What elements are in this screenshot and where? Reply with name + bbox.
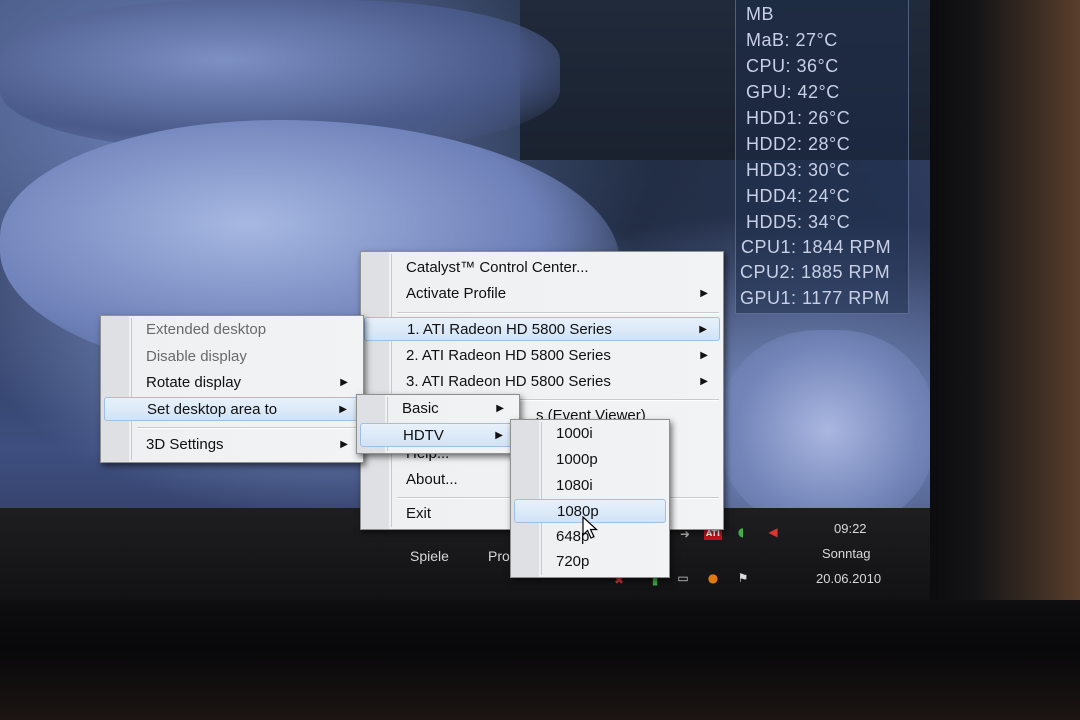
menu-item-label: Disable display [146,348,247,365]
menu-separator [397,312,719,314]
gadget-line: HDD1: 26°C [746,108,851,128]
menu-item-label: 2. ATI Radeon HD 5800 Series [406,347,611,364]
submenu-arrow-icon: ▶ [340,377,348,388]
clock-date[interactable]: 20.06.2010 [816,571,881,586]
gadget-line: HDD2: 28°C [746,134,851,154]
gadget-line: MB [746,4,774,24]
warning-icon[interactable]: ● [706,572,720,584]
network-icon[interactable]: ◖ [734,526,748,538]
menu-item-label: Activate Profile [406,285,507,302]
menu-item-extended-desktop[interactable]: Extended desktop [104,318,360,342]
submenu-arrow-icon: ▶ [495,430,503,441]
wallpaper-ice [720,330,935,530]
menu-item-hdtv[interactable]: HDTV ▶ [360,423,516,447]
menu-item-label: Exit [406,505,432,522]
clock-day[interactable]: Sonntag [822,546,870,561]
menu-item-set-desktop-area[interactable]: Set desktop area to ▶ [104,397,360,421]
monitor-icon[interactable]: ▭ [676,572,690,584]
submenu-arrow-icon: ▶ [700,376,708,387]
submenu-arrow-icon: ▶ [700,288,708,299]
speaker-icon[interactable]: ◀ [766,526,780,538]
menu-item-1000p[interactable]: 1000p [514,448,666,472]
menu-item-3d-settings[interactable]: 3D Settings ▶ [104,433,360,457]
menu-item-label: 1000i [556,425,593,442]
taskbar-item-programs[interactable]: Pro [488,548,510,564]
desktop-area-submenu: Basic ▶ HDTV ▶ [356,394,520,454]
gadget-line: CPU1: 1844 RPM [741,237,892,257]
gadget-line: MaB: 27°C [746,30,838,50]
menu-item-basic[interactable]: Basic ▶ [360,397,516,421]
menu-item-label: 1. ATI Radeon HD 5800 Series [407,321,612,338]
menu-item-label: Extended desktop [146,321,267,338]
menu-item-label: About... [406,471,458,488]
menu-item-label: 720p [556,553,590,570]
submenu-arrow-icon: ▶ [700,350,708,361]
menu-item-adapter-2[interactable]: 2. ATI Radeon HD 5800 Series ▶ [364,344,720,368]
menu-item-label: 1000p [556,451,598,468]
menu-item-label: Catalyst™ Control Center... [406,259,589,276]
menu-item-1000i[interactable]: 1000i [514,422,666,446]
menu-item-adapter-1[interactable]: 1. ATI Radeon HD 5800 Series ▶ [364,317,720,341]
menu-item-1080i[interactable]: 1080i [514,474,666,498]
gadget-line: GPU1: 1177 RPM [740,288,890,308]
submenu-arrow-icon: ▶ [340,439,348,450]
menu-item-label: Set desktop area to [147,401,278,418]
clock-time[interactable]: 09:22 [834,521,867,536]
monitor-bezel-bottom [0,600,1080,720]
menu-item-activate-profile[interactable]: Activate Profile ▶ [364,282,720,306]
gadget-line: HDD4: 24°C [746,186,851,206]
display-submenu: Extended desktop Disable display Rotate … [100,315,364,463]
gadget-line: GPU: 42°C [746,82,840,102]
gadget-line: HDD3: 30°C [746,160,851,180]
submenu-arrow-icon: ▶ [339,404,347,415]
menu-item-label: Basic [402,400,439,417]
gadget-line: HDD5: 34°C [746,212,851,232]
gadget-line: CPU: 36°C [746,56,839,76]
menu-item-catalyst-control-center[interactable]: Catalyst™ Control Center... [364,256,720,280]
flag-icon[interactable]: ⚑ [736,572,750,584]
submenu-arrow-icon: ▶ [496,403,504,414]
menu-item-rotate-display[interactable]: Rotate display ▶ [104,371,360,395]
menu-item-disable-display[interactable]: Disable display [104,345,360,369]
menu-item-label: Rotate display [146,374,242,391]
hdtv-resolution-submenu: 1000i 1000p 1080i 1080p 648p 720p [510,419,670,578]
menu-item-720p[interactable]: 720p [514,550,666,574]
submenu-arrow-icon: ▶ [699,324,707,335]
menu-item-label: 3D Settings [146,436,224,453]
menu-item-label: HDTV [403,427,444,444]
mouse-cursor-icon [582,516,599,539]
menu-item-adapter-3[interactable]: 3. ATI Radeon HD 5800 Series ▶ [364,370,720,394]
menu-separator [137,427,359,429]
menu-item-label: 3. ATI Radeon HD 5800 Series [406,373,611,390]
gadget-line: CPU2: 1885 RPM [740,262,891,282]
taskbar-item-spiele[interactable]: Spiele [410,548,449,564]
menu-item-label: 1080i [556,477,593,494]
